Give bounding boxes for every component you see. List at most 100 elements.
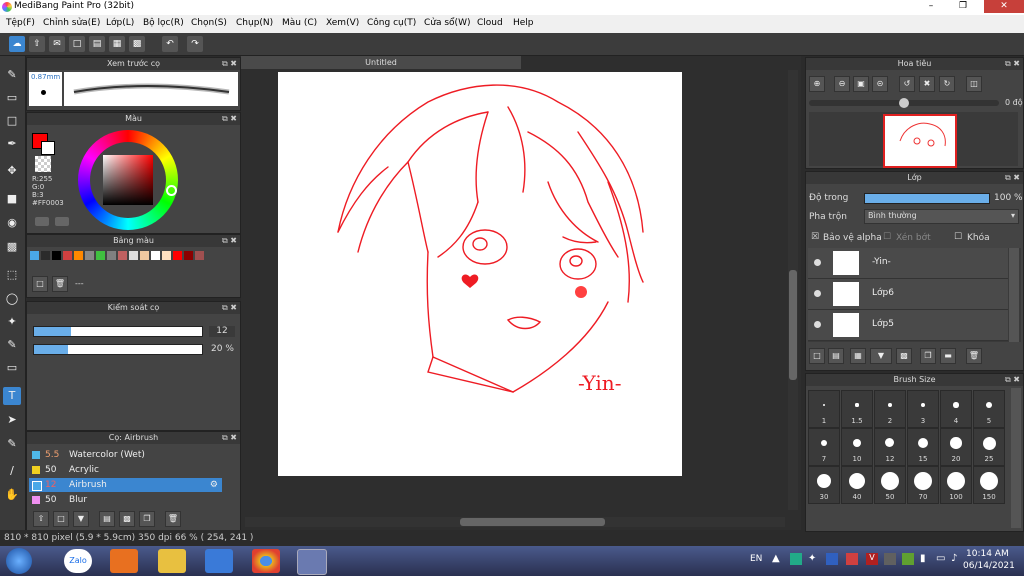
close-button[interactable]: ✕ (984, 0, 1024, 13)
zoom-in-icon[interactable]: ⊕ (809, 76, 825, 92)
brush-item-acrylic[interactable]: 50 Acrylic (29, 463, 222, 477)
palette-swatch[interactable] (184, 251, 193, 260)
eyedropper-tool-icon[interactable]: ✎ (3, 435, 21, 453)
brush-size-cell[interactable]: 20 (940, 428, 972, 466)
document-icon[interactable]: ▤ (89, 36, 105, 52)
horizontal-scroll-thumb[interactable] (460, 518, 605, 526)
eraser-tool-icon[interactable]: ▭ (3, 89, 21, 107)
brush-size-value[interactable]: 12 (209, 326, 235, 337)
blend-mode-select[interactable]: Bình thường ▾ (864, 209, 1019, 224)
palette-swatch[interactable] (52, 251, 61, 260)
lasso-tool-icon[interactable]: ◯ (3, 290, 21, 308)
brush-size-cell[interactable]: 10 (841, 428, 873, 466)
transparent-color-swatch[interactable] (35, 156, 51, 172)
start-button-icon[interactable] (6, 548, 32, 574)
brush-size-cell[interactable]: 30 (808, 466, 840, 504)
tray-app-icon-2[interactable] (826, 553, 838, 565)
color-option-button[interactable] (35, 217, 49, 226)
rectangle-tool-icon[interactable]: □ (3, 112, 21, 130)
pen-tool-icon[interactable]: ✎ (3, 66, 21, 84)
palette-swatch[interactable] (173, 251, 182, 260)
select-pen-tool-icon[interactable]: ✎ (3, 336, 21, 354)
vivaldi-tray-icon[interactable]: V (866, 553, 878, 565)
fit-screen-icon[interactable]: ▣ (853, 76, 869, 92)
menu-capture[interactable]: Chụp(N) (236, 18, 273, 28)
panel-close-icon[interactable]: ⧉ ✖ (222, 113, 237, 125)
eye-icon[interactable] (814, 321, 821, 328)
layer-folder-icon[interactable]: ▩ (896, 348, 912, 364)
menu-help[interactable]: Help (513, 18, 534, 28)
menu-cloud[interactable]: Cloud (477, 18, 503, 28)
move-tool-icon[interactable]: ✥ (3, 162, 21, 180)
panel-close-icon[interactable]: ⧉ ✖ (1005, 172, 1020, 184)
protect-alpha-checkbox[interactable]: ☒ (811, 232, 819, 242)
brush-duplicate-icon[interactable]: ❐ (139, 511, 155, 527)
panel-close-icon[interactable]: ⧉ ✖ (222, 432, 237, 444)
bluetooth-icon[interactable]: ✦ (808, 553, 816, 564)
layer-item-yin[interactable]: -Yin- (808, 248, 1008, 279)
palette-swatch[interactable] (63, 251, 72, 260)
palette-swatch[interactable] (30, 251, 39, 260)
palette-swatch[interactable] (41, 251, 50, 260)
panel-close-icon[interactable]: ⧉ ✖ (222, 302, 237, 314)
brush-size-cell[interactable]: 12 (874, 428, 906, 466)
new-palette-icon[interactable]: □ (32, 276, 48, 292)
rotate-left-icon[interactable]: ↺ (899, 76, 915, 92)
brush-size-cell[interactable]: 40 (841, 466, 873, 504)
clipping-checkbox[interactable]: ☐ (883, 232, 891, 242)
palette-swatch[interactable] (195, 251, 204, 260)
canvas-horizontal-scrollbar[interactable] (245, 517, 785, 527)
brush-size-cell[interactable]: 1 (808, 390, 840, 428)
palette-swatch[interactable] (118, 251, 127, 260)
menu-filter[interactable]: Bộ lọc(R) (143, 18, 184, 28)
drawing-canvas[interactable]: -Yin- (278, 72, 682, 476)
brush-size-cell[interactable]: 15 (907, 428, 939, 466)
nvidia-tray-icon[interactable] (902, 553, 914, 565)
network-icon[interactable]: ▮ (920, 553, 926, 564)
palette-swatch[interactable] (85, 251, 94, 260)
add-brush-icon[interactable]: ⇧ (33, 511, 49, 527)
palette-swatch[interactable] (162, 251, 171, 260)
hand-tool-icon[interactable]: ✋ (3, 486, 21, 504)
grid-icon[interactable]: ▦ (109, 36, 125, 52)
brush-delete-icon[interactable]: 🗑 (165, 511, 181, 527)
brush-size-cell[interactable]: 5 (973, 390, 1005, 428)
palette-swatch[interactable] (96, 251, 105, 260)
document-tab[interactable]: Untitled (241, 56, 521, 69)
cloud-icon[interactable]: ☁ (9, 36, 25, 52)
palette-swatch[interactable] (74, 251, 83, 260)
clock-time[interactable]: 10:14 AM (966, 549, 1009, 559)
eye-icon[interactable] (814, 259, 821, 266)
brush-size-cell[interactable]: 1.5 (841, 390, 873, 428)
palette-swatch[interactable] (129, 251, 138, 260)
lock-checkbox[interactable]: ☐ (954, 232, 962, 242)
new-halftone-layer-icon[interactable]: ▤ (828, 348, 844, 364)
hue-wheel[interactable] (78, 130, 178, 230)
hue-handle[interactable] (166, 185, 177, 196)
navigator-view-rect[interactable] (883, 114, 957, 168)
layer-opacity-slider[interactable] (864, 193, 990, 204)
brush-size-cell[interactable]: 4 (940, 390, 972, 428)
brush-size-cell[interactable]: 100 (940, 466, 972, 504)
zalo-taskbar-icon[interactable]: Zalo (64, 549, 92, 573)
palette-swatch[interactable] (140, 251, 149, 260)
volume-icon[interactable]: ♪ (951, 553, 957, 564)
gradient-tool-icon[interactable]: ▩ (3, 238, 21, 256)
brush-tool-icon[interactable]: ✒ (3, 135, 21, 153)
layer-add-menu-icon[interactable]: ▼ (870, 348, 892, 364)
language-indicator[interactable]: EN (750, 554, 762, 564)
color-option-button-2[interactable] (55, 217, 69, 226)
undo-icon[interactable]: ↶ (162, 36, 178, 52)
text-tool-icon[interactable]: T (3, 387, 21, 405)
zoom-out-icon[interactable]: ⊖ (834, 76, 850, 92)
select-rect-tool-icon[interactable]: ⬚ (3, 266, 21, 284)
brush-size-scrollbar[interactable] (1011, 388, 1021, 528)
file-explorer-taskbar-icon[interactable] (158, 549, 186, 573)
menu-select[interactable]: Chọn(S) (191, 18, 227, 28)
eye-icon[interactable] (814, 290, 821, 297)
share-icon[interactable]: ⇧ (29, 36, 45, 52)
brush-size-cell[interactable]: 70 (907, 466, 939, 504)
brush-size-cell[interactable]: 25 (973, 428, 1005, 466)
tray-app-icon[interactable] (790, 553, 802, 565)
menu-edit[interactable]: Chỉnh sửa(E) (43, 18, 100, 28)
